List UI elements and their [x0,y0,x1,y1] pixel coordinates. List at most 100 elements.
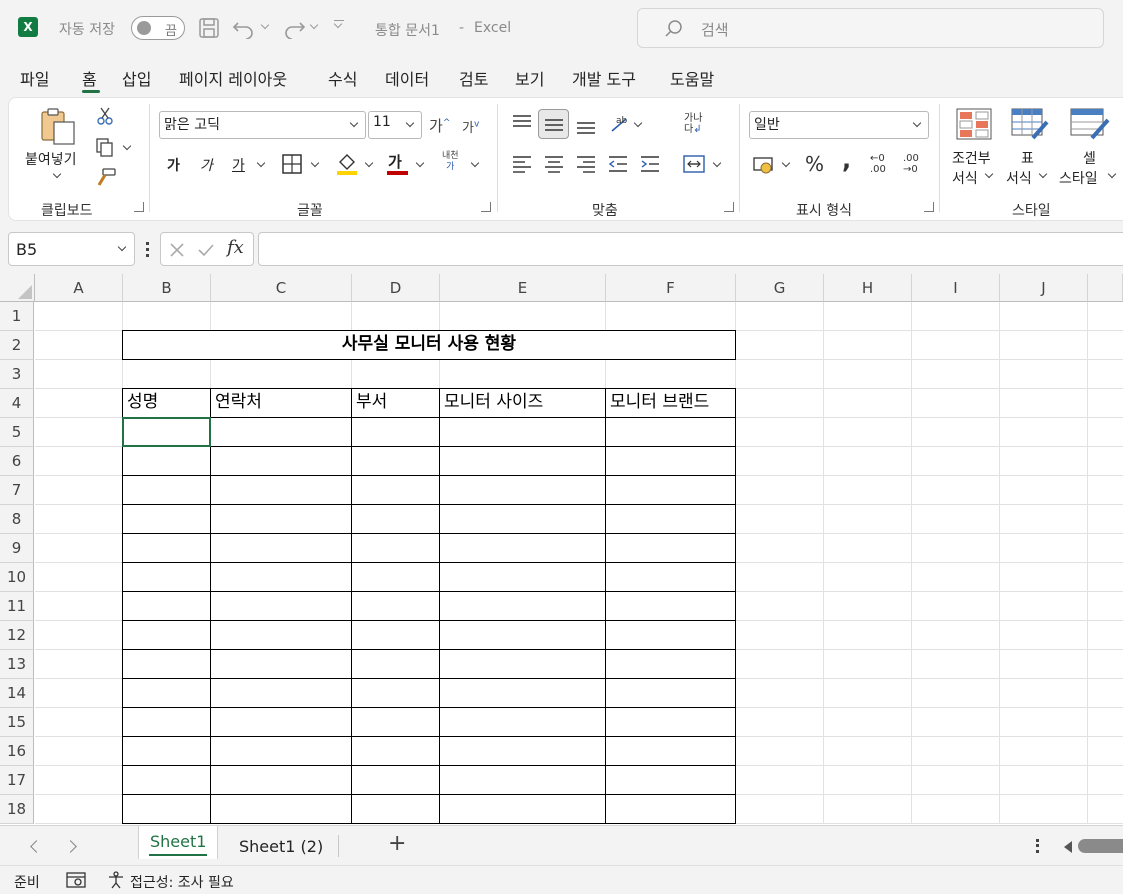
table-cell[interactable] [210,649,352,679]
undo-icon[interactable] [232,17,256,39]
table-cell[interactable] [351,591,440,621]
row-header-5[interactable]: 5 [0,418,34,447]
bold-button[interactable]: 가 [167,155,180,175]
table-cell[interactable] [122,736,211,766]
row-header-11[interactable]: 11 [0,592,34,621]
font-launcher-icon[interactable] [481,202,491,212]
redo-icon[interactable] [282,17,306,39]
table-cell[interactable] [439,417,606,447]
table-header-cell[interactable]: 모니터 브랜드 [605,388,736,418]
table-cell[interactable] [605,765,736,795]
column-header-d[interactable]: D [352,274,440,302]
table-cell[interactable] [605,649,736,679]
format-painter-icon[interactable] [95,167,117,189]
formula-input[interactable] [258,232,1123,266]
table-cell[interactable] [605,794,736,824]
table-cell[interactable] [439,620,606,650]
row-header-3[interactable]: 3 [0,360,34,389]
row-header-9[interactable]: 9 [0,534,34,563]
table-header-cell[interactable]: 부서 [351,388,440,418]
row-header-14[interactable]: 14 [0,679,34,708]
table-cell[interactable] [351,417,440,447]
column-header-j[interactable]: J [1000,274,1088,302]
table-cell[interactable] [122,504,211,534]
table-title[interactable]: 사무실 모니터 사용 현황 [122,330,736,360]
table-cell[interactable] [210,591,352,621]
table-header-cell[interactable]: 모니터 사이즈 [439,388,606,418]
table-cell[interactable] [122,591,211,621]
row-header-4[interactable]: 4 [0,389,34,418]
font-color-icon[interactable]: 가 [388,151,402,172]
increase-font-size-icon[interactable]: 가^ [429,115,450,136]
decrease-font-size-icon[interactable]: 가v [462,117,479,136]
row-header-10[interactable]: 10 [0,563,34,592]
table-cell[interactable] [605,678,736,708]
column-header-next[interactable] [1088,274,1123,302]
tab-file[interactable]: 파일 [20,66,49,90]
column-header-f[interactable]: F [606,274,736,302]
table-cell[interactable] [351,794,440,824]
table-cell[interactable] [122,620,211,650]
decrease-indent-icon[interactable] [607,155,629,173]
insert-function-button[interactable]: fx [227,237,244,258]
cancel-icon[interactable] [169,242,185,258]
table-cell[interactable] [605,417,736,447]
wrap-text-icon[interactable]: 가나 다↲ [684,113,702,135]
table-cell[interactable] [439,504,606,534]
table-cell[interactable] [122,562,211,592]
table-cell[interactable] [439,446,606,476]
table-cell[interactable] [439,533,606,563]
row-header-13[interactable]: 13 [0,650,34,679]
table-cell[interactable] [122,707,211,737]
table-cell[interactable] [605,504,736,534]
row-header-12[interactable]: 12 [0,621,34,650]
comma-style-button[interactable]: , [842,146,851,174]
row-header-16[interactable]: 16 [0,737,34,766]
tab-data[interactable]: 데이터 [385,66,429,90]
table-cell[interactable] [439,707,606,737]
column-header-b[interactable]: B [123,274,211,302]
tab-review[interactable]: 검토 [459,66,488,90]
name-box[interactable]: B5 [8,232,135,266]
table-cell[interactable] [210,794,352,824]
table-cell[interactable] [351,475,440,505]
tab-home[interactable]: 홈 [82,66,97,90]
table-cell[interactable] [210,533,352,563]
column-header-e[interactable]: E [440,274,606,302]
table-cell[interactable] [439,475,606,505]
row-header-8[interactable]: 8 [0,505,34,534]
align-bottom-icon[interactable] [575,116,597,136]
cell-styles-button[interactable]: 셀 [1083,148,1096,168]
table-cell[interactable] [122,446,211,476]
select-all-corner[interactable] [0,274,35,302]
table-cell[interactable] [351,620,440,650]
table-cell[interactable] [210,707,352,737]
sheet-tab-sheet1[interactable]: Sheet1 [138,826,218,859]
row-header-7[interactable]: 7 [0,476,34,505]
table-cell[interactable] [122,678,211,708]
cell-styles-icon[interactable] [1070,108,1110,142]
sheet-tab-sheet1-2[interactable]: Sheet1 (2) [239,837,323,856]
scroll-left-arrow-icon[interactable] [1064,841,1072,853]
table-cell[interactable] [351,649,440,679]
table-cell[interactable] [351,707,440,737]
column-header-h[interactable]: H [824,274,912,302]
number-launcher-icon[interactable] [924,202,934,212]
table-cell[interactable] [122,649,211,679]
conditional-formatting-icon[interactable] [956,108,992,140]
table-cell[interactable] [210,562,352,592]
table-cell[interactable] [439,765,606,795]
table-cell[interactable] [210,417,352,447]
table-cell[interactable] [351,504,440,534]
table-cell[interactable] [439,591,606,621]
macro-record-icon[interactable] [66,871,86,889]
column-header-g[interactable]: G [736,274,824,302]
phonetic-guide-icon[interactable]: 내천 가 [442,151,459,173]
row-header-15[interactable]: 15 [0,708,34,737]
more-options-icon[interactable] [1036,839,1039,853]
table-cell[interactable] [439,736,606,766]
fill-color-icon[interactable] [336,152,358,176]
table-cell[interactable] [605,707,736,737]
redo-dropdown-icon[interactable] [309,20,319,30]
table-cell[interactable] [351,533,440,563]
